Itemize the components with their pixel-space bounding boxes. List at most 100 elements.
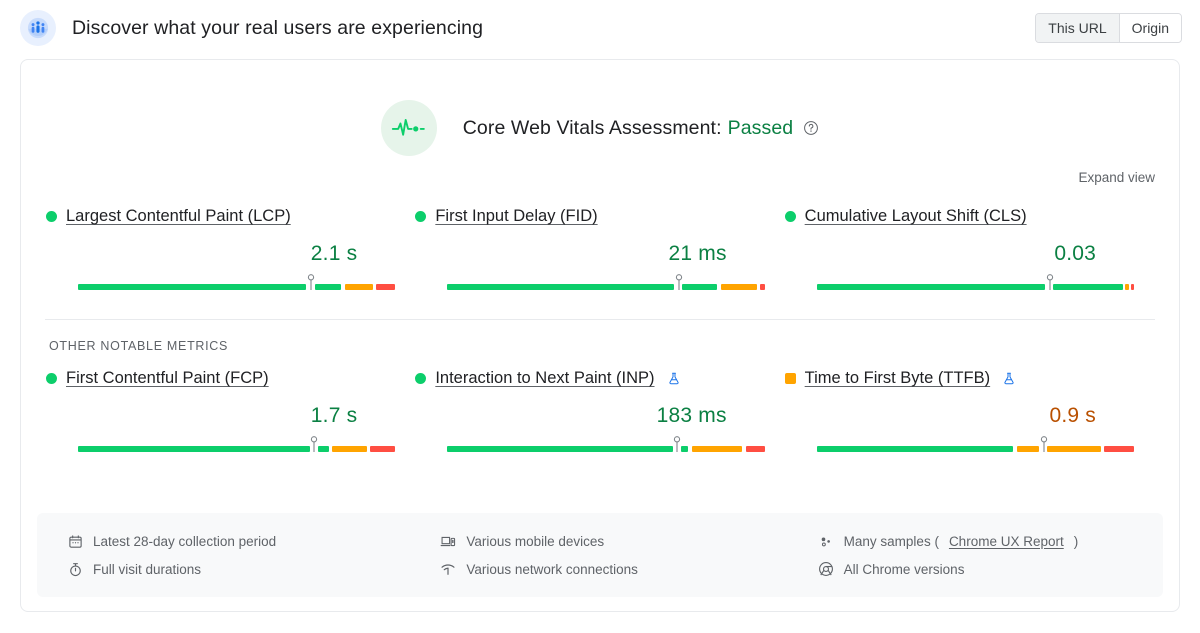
metric-value: 21 ms [668, 242, 726, 266]
bar-segment-good [447, 446, 672, 452]
scope-button-origin[interactable]: Origin [1119, 14, 1181, 42]
metric-header: Time to First Byte (TTFB) [785, 369, 1144, 388]
metric-distribution-bar [46, 437, 405, 453]
footer-item: Latest 28-day collection period [67, 527, 412, 555]
status-dot-icon [46, 211, 57, 222]
expand-view-button[interactable]: Expand view [1078, 170, 1155, 185]
core-web-vitals-assessment: Core Web Vitals Assessment: Passed [21, 60, 1179, 156]
metric-name-link[interactable]: Cumulative Layout Shift (CLS) [805, 207, 1027, 226]
bar-track [447, 284, 764, 290]
metric-name-link[interactable]: Time to First Byte (TTFB) [805, 369, 990, 388]
status-dot-icon [415, 211, 426, 222]
flask-icon[interactable] [1002, 371, 1016, 386]
footer-column: Many samples ( Chrome UX Report) All Chrom… [788, 527, 1163, 583]
bar-segment-gap [674, 284, 682, 290]
bar-segment-gap [310, 446, 318, 452]
metric-value-row: 0.9 s [785, 404, 1144, 428]
metric-fcp: First Contentful Paint (FCP) 1.7 s [46, 369, 415, 453]
footer-item-label: Various mobile devices [466, 534, 604, 549]
bar-track [447, 446, 764, 452]
metric-header: First Input Delay (FID) [415, 207, 774, 226]
page-title: Discover what your real users are experi… [72, 17, 483, 40]
footer-item: Full visit durations [67, 555, 412, 583]
calendar-icon [67, 533, 83, 549]
bar-segment-gap [1045, 284, 1053, 290]
metric-value-row: 183 ms [415, 404, 774, 428]
metric-name-link[interactable]: Interaction to Next Paint (INP) [435, 369, 654, 388]
metric-name-link[interactable]: First Input Delay (FID) [435, 207, 597, 226]
card-footer: Latest 28-day collection period Full visi… [37, 513, 1163, 597]
page-header: Discover what your real users are experi… [0, 0, 1200, 56]
footer-item: Various mobile devices [440, 527, 787, 555]
bar-segment-average [1047, 446, 1101, 452]
metric-distribution-bar [415, 275, 774, 291]
metric-header: Cumulative Layout Shift (CLS) [785, 207, 1144, 226]
footer-item-label: Many samples ( [844, 534, 939, 549]
footer-item: All Chrome versions [818, 555, 1163, 583]
bar-track [817, 284, 1134, 290]
bar-segment-good [447, 284, 674, 290]
status-square-icon [785, 373, 796, 384]
metric-value-row: 0.03 [785, 242, 1144, 266]
bar-segment-good [78, 446, 310, 452]
metric-ttfb: Time to First Byte (TTFB) 0.9 s [785, 369, 1154, 453]
status-dot-icon [415, 373, 426, 384]
metric-distribution-bar [785, 437, 1144, 453]
metric-header: Interaction to Next Paint (INP) [415, 369, 774, 388]
footer-item: Many samples ( Chrome UX Report) [818, 527, 1163, 555]
samples-icon [818, 533, 834, 549]
expand-row: Expand view [21, 156, 1179, 185]
pulse-heartbeat-icon [381, 100, 437, 156]
status-dot-icon [785, 211, 796, 222]
bar-segment-average [1017, 446, 1039, 452]
metric-value-row: 1.7 s [46, 404, 405, 428]
metric-name-link[interactable]: First Contentful Paint (FCP) [66, 369, 269, 388]
bar-segment-good [318, 446, 329, 452]
help-circle-icon[interactable] [803, 120, 819, 136]
metric-value: 1.7 s [311, 404, 358, 428]
metric-value: 0.9 s [1049, 404, 1096, 428]
bar-segment-poor [1131, 284, 1134, 290]
bar-track [78, 446, 395, 452]
metric-lcp: Largest Contentful Paint (LCP) 2.1 s [46, 207, 415, 291]
bar-track [78, 284, 395, 290]
metric-value-row: 21 ms [415, 242, 774, 266]
bar-segment-poor [746, 446, 765, 452]
metric-inp: Interaction to Next Paint (INP) 183 ms [415, 369, 784, 453]
flask-icon[interactable] [667, 371, 681, 386]
metric-name-link[interactable]: Largest Contentful Paint (LCP) [66, 207, 291, 226]
scope-button-this-url[interactable]: This URL [1036, 14, 1118, 42]
footer-column: Latest 28-day collection period Full visi… [37, 527, 412, 583]
bar-segment-average [692, 446, 743, 452]
footer-item-label-after: ) [1074, 534, 1079, 549]
crux-users-icon [20, 10, 56, 46]
bar-segment-poor [1104, 446, 1134, 452]
bar-segment-poor [760, 284, 765, 290]
bar-segment-good [681, 446, 689, 452]
bar-segment-good [817, 446, 1014, 452]
bar-segment-good [682, 284, 717, 290]
bar-segment-poor [376, 284, 395, 290]
bar-segment-poor [370, 446, 395, 452]
bar-track [817, 446, 1134, 452]
other-metrics-grid: First Contentful Paint (FCP) 1.7 s Interac… [21, 353, 1179, 453]
footer-item: Various network connections [440, 555, 787, 583]
metric-cls: Cumulative Layout Shift (CLS) 0.03 [785, 207, 1154, 291]
metric-value: 2.1 s [311, 242, 358, 266]
metric-header: First Contentful Paint (FCP) [46, 369, 405, 388]
network-signal-icon [440, 561, 456, 577]
metric-distribution-bar [415, 437, 774, 453]
assessment-label: Core Web Vitals Assessment: [463, 117, 722, 140]
other-metrics-label: OTHER NOTABLE METRICS [21, 320, 1179, 353]
scope-toggle[interactable]: This URL Origin [1035, 13, 1182, 43]
bar-segment-average [721, 284, 757, 290]
footer-item-label: Full visit durations [93, 562, 201, 577]
footer-item-label: All Chrome versions [844, 562, 965, 577]
bar-segment-good [315, 284, 342, 290]
metric-distribution-bar [46, 275, 405, 291]
metric-distribution-bar [785, 275, 1144, 291]
bar-segment-good [817, 284, 1045, 290]
bar-segment-average [345, 284, 374, 290]
chrome-ux-report-link[interactable]: Chrome UX Report [949, 534, 1064, 549]
metric-value-row: 2.1 s [46, 242, 405, 266]
